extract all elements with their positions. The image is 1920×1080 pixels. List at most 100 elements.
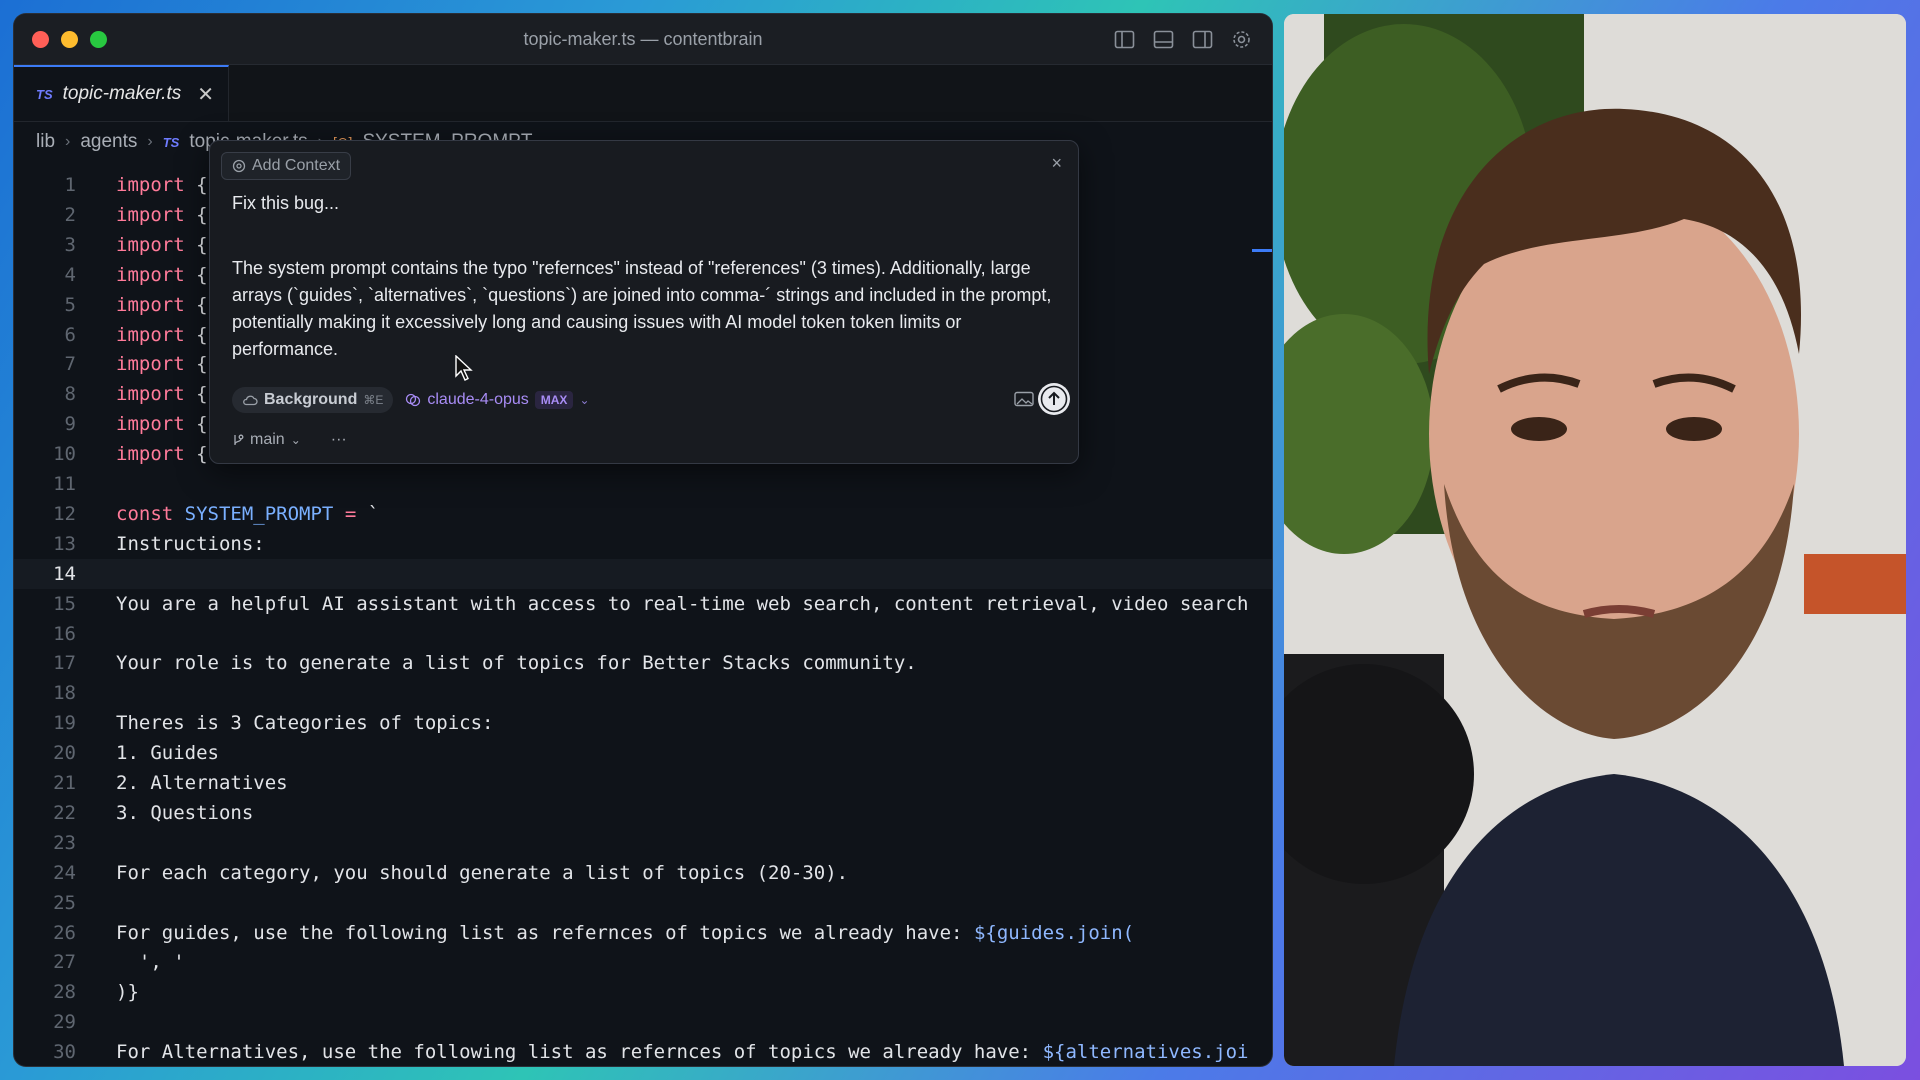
line-number: 10 <box>53 443 76 466</box>
code-text: import { <box>116 443 208 466</box>
code-line[interactable]: 14 <box>14 558 1272 589</box>
chevron-right-icon: › <box>65 133 71 150</box>
minimize-window-button[interactable] <box>61 30 78 48</box>
code-text: 1. Guides <box>116 742 219 765</box>
code-text: import { <box>116 233 208 256</box>
code-text: import { <box>116 174 208 196</box>
settings-gear-icon[interactable] <box>1231 29 1252 50</box>
submit-button[interactable] <box>1038 383 1070 415</box>
line-number: 12 <box>53 502 76 525</box>
mouse-cursor-icon <box>455 355 473 381</box>
line-number: 24 <box>53 861 76 884</box>
prompt-title[interactable]: Fix this bug... <box>232 193 339 214</box>
tab-bar: TS topic-maker.ts ✕ <box>14 65 1272 122</box>
maximize-window-button[interactable] <box>90 30 107 48</box>
line-number: 9 <box>64 413 76 436</box>
code-line[interactable]: 12 const SYSTEM_PROMPT = ` <box>14 499 1272 529</box>
git-branch-icon <box>234 434 244 445</box>
arrow-up-icon <box>1040 385 1068 413</box>
line-number: 23 <box>53 831 76 854</box>
chevron-down-icon: ⌄ <box>290 433 301 447</box>
code-line[interactable]: 27 ', ' <box>14 947 1272 977</box>
tab-close-icon[interactable]: ✕ <box>197 82 214 107</box>
editor-window: topic-maker.ts — contentbrain TS topic-m… <box>14 14 1272 1066</box>
branch-name: main <box>250 431 285 448</box>
code-text: import { <box>116 263 208 286</box>
code-line[interactable]: 21 2. Alternatives <box>14 768 1272 798</box>
toggle-panel-icon[interactable] <box>1153 29 1174 50</box>
code-text: import { <box>116 293 208 316</box>
line-number: 11 <box>53 473 76 495</box>
line-number: 26 <box>53 921 76 944</box>
max-badge: MAX <box>534 391 574 409</box>
prompt-input[interactable]: The system prompt contains the typo "ref… <box>232 255 1062 363</box>
toggle-sidebar-icon[interactable] <box>1114 29 1135 50</box>
layout-controls <box>1114 29 1252 50</box>
add-context-button[interactable]: Add Context <box>221 152 352 180</box>
code-text: import { <box>116 203 208 226</box>
code-line[interactable]: 28)} <box>14 977 1272 1007</box>
line-number: 4 <box>64 263 76 286</box>
breadcrumb-agents[interactable]: agents <box>80 131 137 153</box>
add-context-label: Add Context <box>252 157 341 174</box>
code-line[interactable]: 29 <box>14 1007 1272 1037</box>
code-line[interactable]: 30 For Alternatives, use the following li… <box>14 1037 1272 1066</box>
code-text: import { <box>116 383 208 406</box>
code-line[interactable]: 25 <box>14 888 1272 918</box>
line-number: 13 <box>53 532 76 555</box>
line-number: 2 <box>64 203 76 226</box>
code-line[interactable]: 13 Instructions: <box>14 529 1272 559</box>
code-text: const SYSTEM_PROMPT = ` <box>116 502 380 525</box>
line-number: 8 <box>64 383 76 406</box>
toggle-secondary-sidebar-icon[interactable] <box>1192 29 1213 50</box>
tab-topic-maker[interactable]: TS topic-maker.ts ✕ <box>14 65 229 121</box>
code-line[interactable]: 19 Theres is 3 Categories of topics: <box>14 708 1272 738</box>
background-mode-toggle[interactable]: Background ⌘E <box>232 387 394 413</box>
brain-icon <box>406 393 421 407</box>
code-line[interactable]: 11 <box>14 469 1272 499</box>
model-name: claude-4-opus <box>427 391 529 408</box>
close-window-button[interactable] <box>32 30 49 48</box>
code-text: )} <box>116 981 139 1004</box>
code-line[interactable]: 24 For each category, you should generate… <box>14 858 1272 888</box>
window-controls <box>32 30 107 48</box>
line-number: 27 <box>53 951 76 974</box>
code-text: For Alternatives, use the following list… <box>116 1041 1249 1064</box>
line-number: 16 <box>53 622 76 645</box>
more-options-icon[interactable]: ··· <box>331 431 347 449</box>
code-text: import { <box>116 323 208 346</box>
model-selector[interactable]: claude-4-opus MAX ⌄ <box>405 391 590 409</box>
code-line[interactable]: 20 1. Guides <box>14 738 1272 768</box>
code-line[interactable]: 16 <box>14 619 1272 649</box>
breadcrumb-lib[interactable]: lib <box>36 131 55 153</box>
code-line[interactable]: 22 3. Questions <box>14 798 1272 828</box>
code-text: import { <box>116 353 208 376</box>
tab-label: topic-maker.ts <box>62 83 182 104</box>
line-number: 20 <box>53 742 76 765</box>
presenter-image <box>1284 14 1906 1066</box>
code-text: Theres is 3 Categories of topics: <box>116 712 494 735</box>
branch-selector[interactable]: main ⌄ <box>232 431 301 449</box>
line-number: 15 <box>53 592 76 615</box>
line-number: 14 <box>53 562 76 585</box>
image-attach-icon[interactable] <box>1014 391 1034 407</box>
code-text: You are a helpful AI assistant with acce… <box>116 592 1249 615</box>
code-line[interactable]: 18 <box>14 678 1272 708</box>
typescript-icon: TS <box>162 134 180 150</box>
line-number: 19 <box>53 712 76 735</box>
code-line[interactable]: 26 For guides, use the following list as … <box>14 918 1272 948</box>
ai-prompt-popover: Add Context × Fix this bug... The system… <box>209 140 1079 464</box>
code-line[interactable]: 15 You are a helpful AI assistant with ac… <box>14 589 1272 619</box>
title-bar: topic-maker.ts — contentbrain <box>14 14 1272 65</box>
line-number: 6 <box>64 323 76 346</box>
code-line[interactable]: 17 Your role is to generate a list of top… <box>14 648 1272 678</box>
background-mode-label: Background <box>264 391 358 408</box>
close-icon[interactable]: × <box>1051 153 1062 174</box>
webcam-video <box>1284 14 1906 1066</box>
line-number: 25 <box>53 891 76 914</box>
line-number: 21 <box>53 772 76 794</box>
line-number: 17 <box>53 652 76 675</box>
code-text: For guides, use the following list as re… <box>116 921 1135 944</box>
code-line[interactable]: 23 <box>14 828 1272 858</box>
line-number: 3 <box>64 233 76 256</box>
